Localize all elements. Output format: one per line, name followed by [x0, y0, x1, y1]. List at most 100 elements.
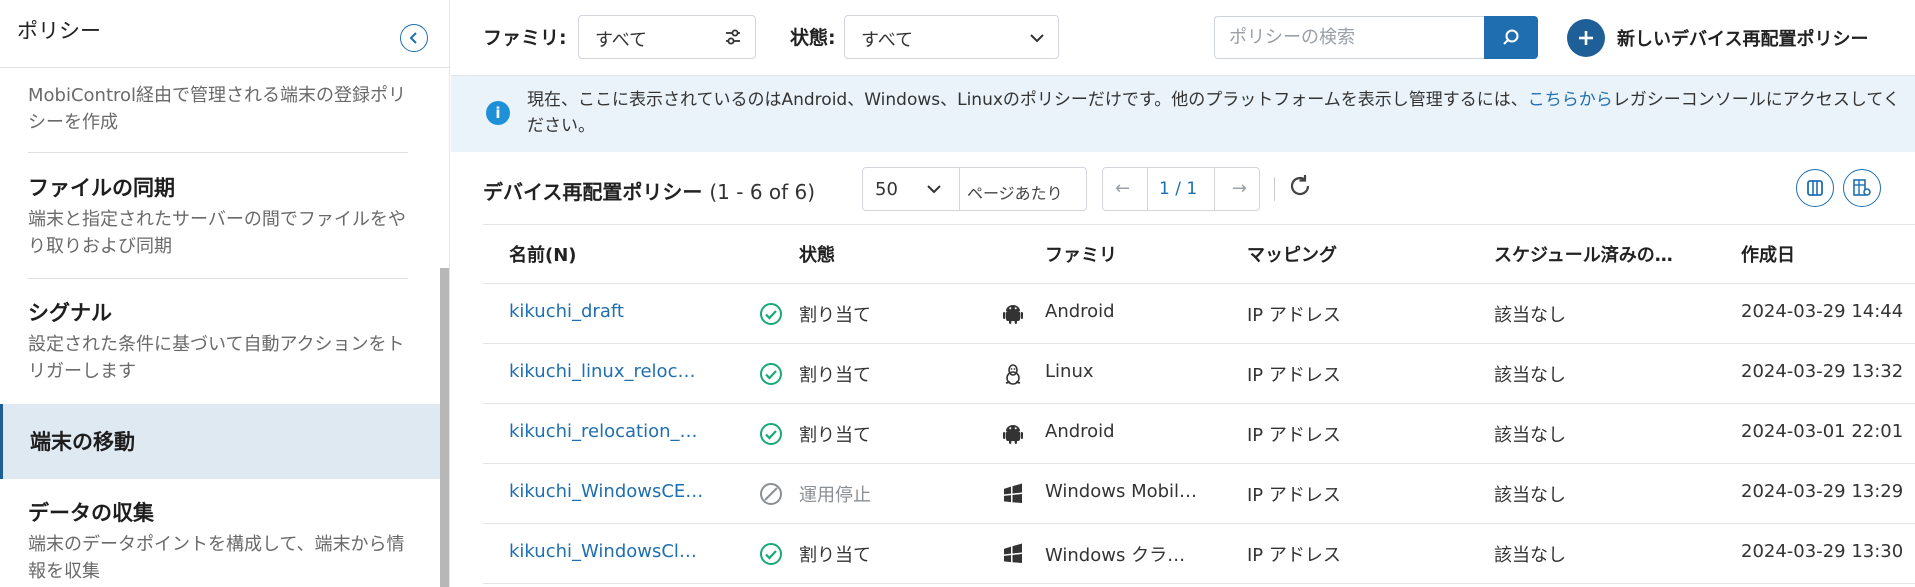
sidebar-item-relocation[interactable]: 端末の移動: [0, 404, 440, 479]
policy-scheduled: 該当なし: [1494, 365, 1566, 386]
divider: [1274, 177, 1275, 201]
info-banner: i 現在、ここに表示されているのはAndroid、Windows、Linuxのポ…: [451, 76, 1915, 152]
table-row[interactable]: kikuchi_WindowsCl… 割り当て Windows クラ… IP アドレス…: [483, 524, 1915, 584]
column-header-scheduled[interactable]: スケジュール済みの…: [1494, 241, 1673, 267]
policy-name-link[interactable]: kikuchi_WindowsCl…: [509, 541, 697, 562]
check-circle-icon: [759, 542, 783, 570]
column-header-mapping[interactable]: マッピング: [1247, 241, 1337, 267]
refresh-icon[interactable]: [1286, 172, 1314, 204]
state-filter-label: 状態:: [790, 27, 836, 49]
policy-family: Linux: [1045, 361, 1094, 382]
table-settings-icon: [1853, 179, 1871, 196]
per-page-value: 50: [875, 179, 898, 200]
android-icon: [1001, 302, 1025, 330]
policy-created-date: 2024-03-29 13:32: [1741, 361, 1904, 382]
linux-icon: [1001, 362, 1025, 390]
policy-name-link[interactable]: kikuchi_draft: [509, 301, 624, 322]
policy-state: 割り当て: [799, 545, 871, 566]
column-header-created[interactable]: 作成日: [1741, 241, 1795, 267]
column-header-name[interactable]: 名前(N): [509, 241, 577, 267]
next-page-arrow-icon[interactable]: →: [1232, 178, 1247, 199]
new-policy-label: 新しいデバイス再配置ポリシー: [1617, 28, 1869, 50]
divider: [959, 168, 960, 210]
policy-mapping: IP アドレス: [1247, 365, 1341, 386]
sidebar: ポリシー MobiControl経由で管理される端末の登録ポリシーを作成 ファイ…: [0, 0, 450, 587]
table-toolbar: デバイス再配置ポリシー (1 - 6 of 6) 50 ページあたり ← 1 /…: [451, 152, 1915, 224]
sidebar-item-title: ファイルの同期: [28, 176, 175, 200]
sliders-icon: [723, 27, 743, 51]
sidebar-item-desc: 端末と指定されたサーバーの間でファイルをやり取りおよび同期: [28, 209, 406, 257]
policy-created-date: 2024-03-29 13:29: [1741, 481, 1904, 502]
policy-state: 割り当て: [799, 365, 871, 386]
policy-state: 割り当て: [799, 425, 871, 446]
table-row[interactable]: kikuchi_draft 割り当て Android IP アドレス 該当なし 2024-…: [483, 284, 1915, 344]
policy-mapping: IP アドレス: [1247, 425, 1341, 446]
sidebar-item-data-collection[interactable]: データの収集 端末のデータポイントを構成して、端末から情報を収集: [28, 497, 418, 585]
sidebar-item-title: データの収集: [28, 501, 154, 525]
policy-name-link[interactable]: kikuchi_relocation_…: [509, 421, 698, 442]
chevron-left-icon: [409, 32, 417, 44]
policy-mapping: IP アドレス: [1247, 545, 1341, 566]
divider: [1214, 168, 1215, 210]
per-page-selector[interactable]: 50 ページあたり: [862, 167, 1087, 211]
family-filter-label: ファミリ:: [483, 27, 567, 49]
sidebar-item-file-sync[interactable]: ファイルの同期 端末と指定されたサーバーの間でファイルをやり取りおよび同期: [28, 172, 418, 260]
column-header-state[interactable]: 状態: [799, 241, 835, 267]
policy-scheduled: 該当なし: [1494, 545, 1566, 566]
sidebar-item-signal[interactable]: シグナル 設定された条件に基づいて自動アクションをトリガーします: [28, 297, 418, 385]
policy-created-date: 2024-03-29 13:30: [1741, 541, 1904, 562]
table-row[interactable]: kikuchi_linux_reloc… 割り当て Linux IP アドレス 該当なし…: [483, 344, 1915, 404]
column-settings-button[interactable]: [1843, 169, 1881, 207]
sidebar-title: ポリシー: [17, 19, 101, 43]
policy-family: Windows クラ…: [1045, 545, 1186, 566]
policy-state: 運用停止: [799, 485, 871, 506]
check-circle-icon: [759, 302, 783, 330]
sidebar-header: ポリシー: [0, 0, 449, 68]
family-filter-value: すべて: [595, 30, 648, 51]
android-icon: [1001, 422, 1025, 450]
search-icon: [1503, 29, 1519, 45]
policy-family: Android: [1045, 301, 1115, 322]
windows-icon: [1001, 482, 1025, 510]
plus-icon: [1567, 18, 1605, 57]
collapse-sidebar-button[interactable]: [400, 24, 428, 52]
column-header-family[interactable]: ファミリ: [1045, 241, 1117, 267]
legacy-console-link[interactable]: こちらから: [1528, 90, 1613, 110]
divider: [28, 278, 408, 279]
pagination: ← 1 / 1 →: [1102, 167, 1260, 211]
table-row[interactable]: kikuchi_WindowsCE… 運用停止 Windows Mobil… IP ア…: [483, 464, 1915, 524]
search-button[interactable]: [1484, 16, 1538, 59]
check-circle-icon: [759, 422, 783, 450]
banner-text-before: 現在、ここに表示されているのはAndroid、Windows、Linuxのポリシ…: [527, 90, 1528, 110]
info-icon: i: [486, 101, 510, 125]
policy-search-box: [1214, 16, 1486, 59]
sidebar-scrollbar[interactable]: [440, 268, 449, 587]
prev-page-arrow-icon[interactable]: ←: [1115, 178, 1130, 199]
new-relocation-policy-button[interactable]: 新しいデバイス再配置ポリシー: [1567, 16, 1868, 59]
policy-family: Android: [1045, 421, 1115, 442]
sidebar-item-title: 端末の移動: [30, 430, 135, 454]
policy-name-link[interactable]: kikuchi_WindowsCE…: [509, 481, 703, 502]
columns-toggle-button[interactable]: [1796, 169, 1834, 207]
disabled-circle-icon: [759, 482, 783, 510]
state-filter-dropdown[interactable]: すべて: [844, 15, 1059, 59]
policy-scheduled: 該当なし: [1494, 425, 1566, 446]
policy-name-link[interactable]: kikuchi_linux_reloc…: [509, 361, 695, 382]
chevron-down-icon: [925, 180, 943, 202]
policy-mapping: IP アドレス: [1247, 305, 1341, 326]
policy-family: Windows Mobil…: [1045, 481, 1198, 502]
family-filter-dropdown[interactable]: すべて: [578, 15, 756, 59]
check-circle-icon: [759, 362, 783, 390]
sidebar-item-enrollment[interactable]: MobiControl経由で管理される端末の登録ポリシーを作成: [28, 78, 418, 136]
policy-state: 割り当て: [799, 305, 871, 326]
list-count: (1 - 6 of 6): [709, 180, 816, 204]
columns-icon: [1807, 180, 1823, 196]
chevron-down-icon: [1028, 29, 1046, 51]
policy-search-input[interactable]: [1215, 17, 1455, 58]
table-header: 名前(N) 状態 ファミリ マッピング スケジュール済みの… 作成日: [483, 224, 1915, 284]
table-row[interactable]: kikuchi_relocation_… 割り当て Android IP アドレス 該当…: [483, 404, 1915, 464]
policy-mapping: IP アドレス: [1247, 485, 1341, 506]
policy-created-date: 2024-03-29 14:44: [1741, 301, 1904, 322]
list-title-text: デバイス再配置ポリシー: [483, 180, 703, 204]
banner-text: 現在、ここに表示されているのはAndroid、Windows、Linuxのポリシ…: [527, 87, 1907, 139]
